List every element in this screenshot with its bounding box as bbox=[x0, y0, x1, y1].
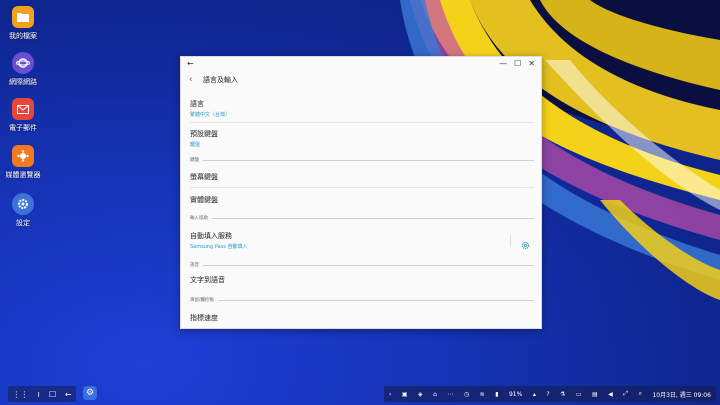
clock[interactable]: 10月3日, 週三 09:06 bbox=[652, 390, 710, 399]
caret-up-icon[interactable]: ▴ bbox=[533, 391, 536, 398]
home-icon[interactable]: ☐ bbox=[49, 390, 56, 399]
divider-vertical bbox=[510, 235, 511, 247]
desktop-icon-label: 我的檔案 bbox=[9, 32, 37, 40]
taskbar-nav: ⋮⋮ ≀ ☐ ← bbox=[8, 386, 76, 402]
screen-icon[interactable]: ▭ bbox=[576, 391, 582, 398]
desktop-icon-label: 媒體瀏覽器 bbox=[5, 171, 41, 179]
mail-icon bbox=[12, 98, 34, 120]
section-label: 輸入協助 bbox=[190, 216, 208, 221]
section-line bbox=[203, 159, 534, 161]
divider bbox=[190, 187, 534, 188]
section-line bbox=[212, 217, 534, 219]
minimize-button[interactable]: — bbox=[499, 59, 507, 68]
section-label: 語音 bbox=[190, 263, 199, 268]
media-icon[interactable]: ◈ bbox=[418, 391, 423, 398]
expand-icon[interactable]: › bbox=[389, 391, 391, 398]
close-button[interactable]: ✕ bbox=[528, 59, 535, 68]
setting-physical-keyboard[interactable]: 實體鍵盤 bbox=[181, 195, 541, 205]
section-label: 鍵盤 bbox=[190, 158, 199, 163]
divider bbox=[190, 122, 534, 123]
desktop-icon-settings[interactable]: 設定 bbox=[2, 193, 44, 228]
setting-screen-keyboard[interactable]: 螢幕鍵盤 bbox=[181, 172, 541, 182]
setting-pointer-speed[interactable]: 指標速度 bbox=[181, 313, 541, 323]
section-line bbox=[218, 299, 534, 301]
system-tray: › ▣ ◈ ⌂ ⋯ ◷ ≋ ▮ 91% ▴ ? ⚗ ▭ ▤ ◀ ⤢ ⌕ 10月3… bbox=[384, 386, 716, 402]
section-header-input-assist: 輸入協助 bbox=[190, 215, 534, 221]
desktop-icon-label: 網際網路 bbox=[9, 78, 37, 86]
setting-title: 文字到語音 bbox=[190, 276, 225, 284]
setting-subtitle: 鍵盤 bbox=[190, 142, 201, 148]
setting-autofill[interactable]: 自動填入服務 Samsung Pass 自動填入 bbox=[181, 231, 541, 250]
section-label: 滑鼠/觸控板 bbox=[190, 298, 215, 303]
desktop-icon-label: 電子郵件 bbox=[9, 124, 37, 132]
desktop-icon-my-files[interactable]: 我的檔案 bbox=[2, 6, 44, 41]
taskbar: ⋮⋮ ≀ ☐ ← ⚙ › ▣ ◈ ⌂ ⋯ ◷ ≋ ▮ 91% ▴ ? ⚗ ▭ ▤… bbox=[0, 383, 720, 405]
taskbar-settings-app[interactable]: ⚙ bbox=[83, 386, 97, 400]
desktop-icon-internet[interactable]: 網際網路 bbox=[2, 52, 44, 87]
window-titlebar[interactable]: ← — ☐ ✕ bbox=[181, 57, 541, 69]
wifi-icon[interactable]: ≋ bbox=[480, 391, 485, 398]
page-title: 語言及輸入 bbox=[203, 76, 238, 84]
section-header-pointer: 滑鼠/觸控板 bbox=[190, 297, 534, 303]
apps-grid-icon[interactable]: ⋮⋮ bbox=[12, 390, 28, 399]
back-icon[interactable]: ← bbox=[65, 390, 72, 399]
settings-window: ← — ☐ ✕ ‹ 語言及輸入 語言 繁體中文（台灣） 預設鍵盤 鍵盤 鍵盤 螢… bbox=[180, 56, 542, 329]
setting-subtitle: 繁體中文（台灣） bbox=[190, 112, 231, 118]
alarm-icon[interactable]: ◷ bbox=[464, 391, 469, 398]
desktop-icon-gallery[interactable]: 媒體瀏覽器 bbox=[2, 145, 44, 180]
gallery-icon[interactable]: ▣ bbox=[402, 391, 408, 398]
setting-subtitle: Samsung Pass 自動填入 bbox=[190, 244, 248, 250]
gallery-icon bbox=[12, 145, 34, 167]
help-icon[interactable]: ? bbox=[546, 391, 549, 398]
setting-tts[interactable]: 文字到語音 bbox=[181, 275, 541, 285]
store-icon[interactable]: ⌂ bbox=[433, 391, 437, 398]
autofill-settings-gear-icon[interactable] bbox=[521, 235, 530, 254]
fullscreen-icon[interactable]: ⤢ bbox=[623, 390, 628, 398]
setting-language[interactable]: 語言 繁體中文（台灣） bbox=[181, 99, 541, 118]
section-header-keyboard: 鍵盤 bbox=[190, 157, 534, 163]
maximize-button[interactable]: ☐ bbox=[514, 59, 521, 68]
desktop-icon-label: 設定 bbox=[16, 219, 30, 227]
setting-title: 預設鍵盤 bbox=[190, 130, 218, 138]
gear-icon bbox=[12, 193, 34, 215]
back-button[interactable]: ‹ bbox=[189, 75, 203, 85]
internet-icon bbox=[12, 52, 34, 74]
folder-icon bbox=[12, 6, 34, 28]
search-icon[interactable]: ⌕ bbox=[639, 390, 642, 398]
setting-title: 實體鍵盤 bbox=[190, 196, 218, 204]
recents-icon[interactable]: ≀ bbox=[37, 390, 40, 399]
setting-default-keyboard[interactable]: 預設鍵盤 鍵盤 bbox=[181, 129, 541, 148]
setting-title: 指標速度 bbox=[190, 314, 218, 322]
flask-icon[interactable]: ⚗ bbox=[560, 391, 565, 398]
signal-icon[interactable]: ▮ bbox=[495, 391, 498, 398]
desktop-icon-email[interactable]: 電子郵件 bbox=[2, 98, 44, 133]
gear-icon: ⚙ bbox=[85, 388, 95, 398]
volume-icon[interactable]: ◀ bbox=[608, 391, 613, 398]
setting-title: 螢幕鍵盤 bbox=[190, 173, 218, 181]
setting-title: 語言 bbox=[190, 100, 204, 108]
section-line bbox=[203, 264, 534, 266]
caption-icon[interactable]: ▤ bbox=[592, 391, 598, 398]
battery-level[interactable]: 91% bbox=[509, 391, 522, 398]
more-icon[interactable]: ⋯ bbox=[447, 391, 453, 398]
arrow-back-icon[interactable]: ← bbox=[187, 59, 194, 68]
setting-title: 自動填入服務 bbox=[190, 232, 232, 240]
section-header-voice: 語音 bbox=[190, 262, 534, 268]
app-bar: ‹ 語言及輸入 bbox=[181, 69, 541, 91]
